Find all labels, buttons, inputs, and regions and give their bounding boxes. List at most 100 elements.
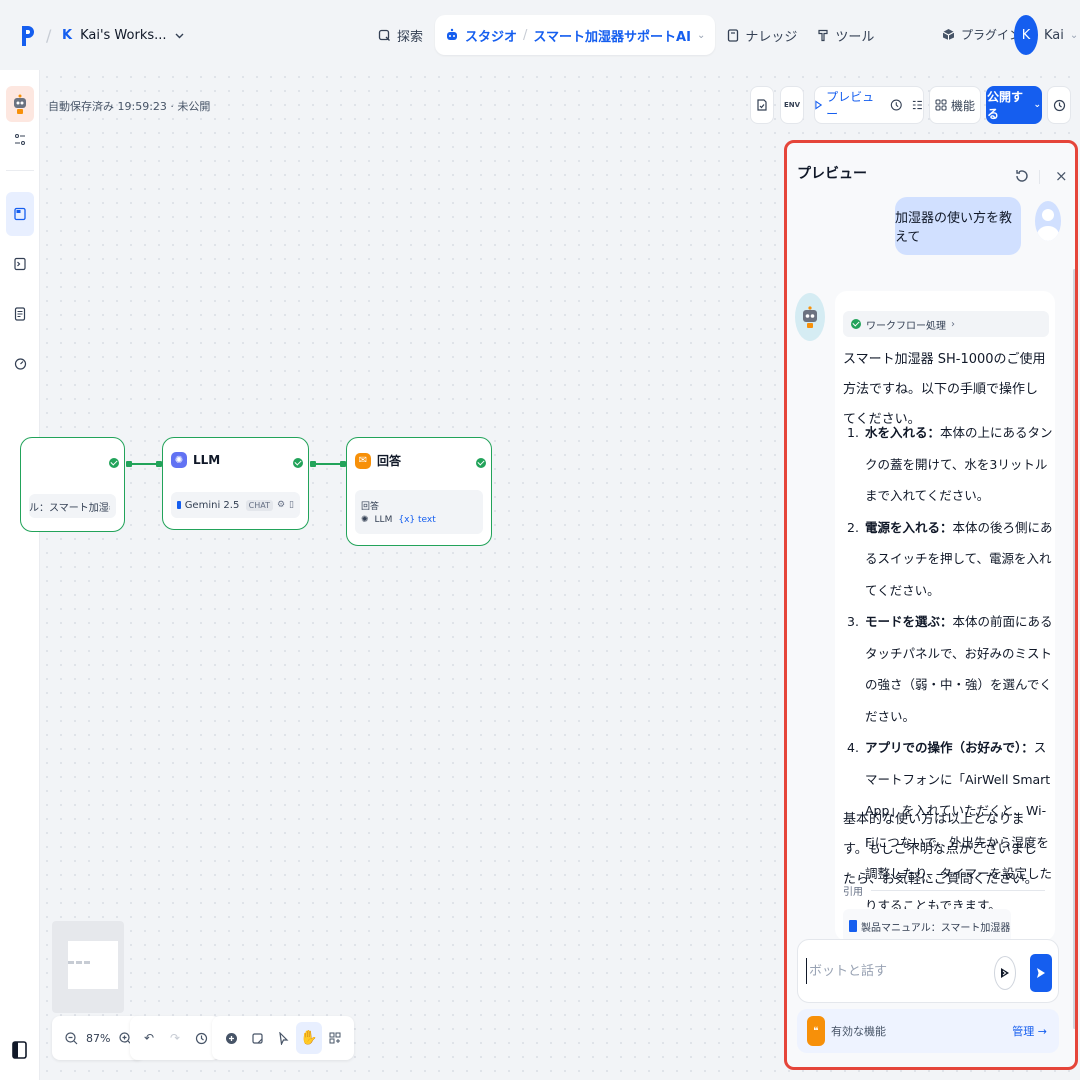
answer-node[interactable]: ✉ 回答 回答 ✺ LLM {x} text — [346, 437, 492, 546]
redo-button[interactable]: ↷ — [162, 1022, 188, 1054]
llm-icon: ✺ — [171, 452, 187, 468]
variable-button[interactable] — [994, 956, 1016, 990]
answer-field-label: 回答 — [361, 502, 380, 512]
citation-item[interactable]: 製品マニュアル：スマート加湿器 SH-100... — [843, 909, 1011, 943]
citation-title: 製品マニュアル：スマート加湿器 SH-100... — [861, 922, 1011, 934]
bot-closing-text: 基本的な使い方は以上となります。もしご不明な点がございましたら、お気軽にご質問く… — [843, 812, 1038, 887]
note-icon — [251, 1032, 263, 1044]
answer-icon: ✉ — [355, 452, 371, 469]
scrollbar[interactable] — [1073, 269, 1075, 1029]
user-message-text: 加湿器の使い方を教えて — [895, 211, 1013, 245]
edge-llm-answer — [310, 461, 346, 467]
chat-input[interactable] — [806, 958, 986, 984]
undo-button[interactable]: ↶ — [136, 1022, 162, 1054]
cube-icon — [942, 29, 955, 40]
chevron-down-icon: ⌄ — [1069, 29, 1079, 41]
zoom-out-icon — [64, 1031, 77, 1044]
hand-mode-button[interactable]: ✋ — [296, 1022, 322, 1054]
history-run-icon[interactable] — [890, 98, 903, 112]
grid-icon — [935, 99, 947, 111]
user-avatar-icon — [1035, 201, 1061, 241]
nav-knowledge-label: ナレッジ — [745, 29, 798, 45]
rail-item-monitoring[interactable] — [8, 352, 32, 376]
plugins-button[interactable]: プラグイン — [942, 26, 1021, 43]
canvas-checklist-button[interactable] — [750, 86, 774, 124]
breadcrumb-separator: / — [46, 26, 52, 45]
app-avatar-icon[interactable] — [6, 86, 34, 122]
document-icon — [14, 307, 26, 321]
citation-divider — [871, 890, 1045, 891]
answer-node-body: 回答 ✺ LLM {x} text — [355, 490, 483, 534]
organize-button[interactable] — [322, 1022, 348, 1054]
llm-node-header: ✺ LLM — [171, 452, 220, 468]
answer-variable: ✺ LLM {x} text — [361, 515, 436, 525]
env-button[interactable]: ENV — [780, 86, 804, 124]
reset-icon[interactable] — [1013, 167, 1031, 185]
workspace-switcher[interactable]: K Kai's Works... — [62, 28, 184, 43]
header-divider — [1039, 170, 1040, 184]
nav-tools-label: ツール — [835, 29, 875, 45]
rail-item-logs[interactable] — [8, 302, 32, 326]
main-nav: 探索 スタジオ / スマート加湿器サポートAI ⌄ ナレッジ ツール — [370, 15, 882, 55]
robot-icon — [447, 28, 458, 40]
manage-link[interactable]: 管理 → — [1012, 1023, 1047, 1039]
top-bar: / K Kai's Works... 探索 スタジオ / スマート加湿器サポート… — [0, 0, 1080, 70]
start-node-value: ル：スマート加湿器 SH... — [29, 502, 110, 514]
start-node[interactable]: ル：スマート加湿器 SH... — [20, 437, 125, 532]
add-node-button[interactable] — [218, 1022, 244, 1054]
rail-item-orchestrate[interactable] — [6, 192, 34, 236]
chevron-down-icon[interactable]: ⌄ — [697, 30, 705, 41]
rail-divider — [6, 170, 34, 171]
preview-toolbar-group: プレビュー — [814, 86, 924, 124]
autosave-status: 自動保存済み 19:59:23 · 未公開 — [48, 100, 211, 113]
answer-node-title: 回答 — [377, 454, 402, 468]
left-rail — [0, 70, 40, 1080]
gemini-icon — [177, 501, 181, 509]
checklist-run-icon[interactable] — [912, 99, 923, 111]
play-icon — [815, 100, 823, 110]
llm-node-title: LLM — [193, 453, 221, 467]
terminal-icon — [14, 257, 26, 271]
pointer-mode-button[interactable] — [270, 1022, 296, 1054]
start-node-body: ル：スマート加湿器 SH... — [29, 494, 116, 518]
app-logo-icon[interactable] — [20, 24, 36, 48]
robot-avatar-icon — [14, 94, 26, 114]
nav-explore[interactable]: 探索 — [370, 15, 431, 55]
settings-sliders-icon[interactable] — [8, 128, 32, 152]
nav-studio[interactable]: スタジオ / スマート加湿器サポートAI ⌄ — [435, 15, 716, 55]
llm-node[interactable]: ✺ LLM Gemini 2.5 Pro E... CHAT ⚙ ▯ — [162, 437, 309, 530]
version-history-button[interactable] — [1047, 86, 1071, 124]
minimap-viewport — [68, 941, 118, 989]
sidebar-toggle-icon[interactable] — [12, 1040, 28, 1060]
preview-button[interactable]: プレビュー — [815, 88, 880, 122]
redo-icon: ↷ — [169, 1031, 181, 1045]
plus-circle-icon — [225, 1032, 237, 1044]
zoom-level[interactable]: 87% — [84, 1032, 112, 1045]
nav-knowledge[interactable]: ナレッジ — [719, 15, 805, 55]
llm-mode-chip: CHAT — [245, 499, 273, 511]
preview-panel: プレビュー × 加湿器の使い方を教えて ワークフロー処理 › スマート加湿器 S… — [784, 140, 1078, 1070]
add-note-button[interactable] — [244, 1022, 270, 1054]
zoom-out-button[interactable] — [58, 1022, 84, 1054]
workspace-name: Kai's Works... — [80, 28, 167, 43]
enabled-features-bar: ❝ 有効な機能 管理 → — [797, 1009, 1059, 1053]
send-icon — [1037, 968, 1045, 978]
chevron-right-icon: › — [951, 318, 955, 330]
answer-var-name: {x} text — [398, 515, 436, 525]
change-history-button[interactable] — [188, 1022, 214, 1054]
nav-tools[interactable]: ツール — [809, 15, 882, 55]
features-label: 機能 — [950, 98, 975, 113]
variable-icon — [1001, 968, 1009, 978]
step-number: 4. — [847, 740, 859, 755]
send-button[interactable] — [1030, 954, 1052, 992]
features-label: 有効な機能 — [831, 1025, 886, 1038]
workflow-process-toggle[interactable]: ワークフロー処理 › — [843, 311, 1049, 337]
env-label: ENV — [783, 101, 801, 109]
minimap[interactable] — [52, 921, 124, 1013]
publish-button[interactable]: 公開する ⌄ — [986, 86, 1042, 124]
user-menu[interactable]: K Kai ⌄ — [1014, 15, 1078, 55]
close-icon[interactable]: × — [1055, 167, 1068, 185]
features-button[interactable]: 機能 — [929, 86, 981, 124]
current-app-name[interactable]: スマート加湿器サポートAI — [533, 26, 691, 45]
rail-item-api[interactable] — [8, 252, 32, 276]
